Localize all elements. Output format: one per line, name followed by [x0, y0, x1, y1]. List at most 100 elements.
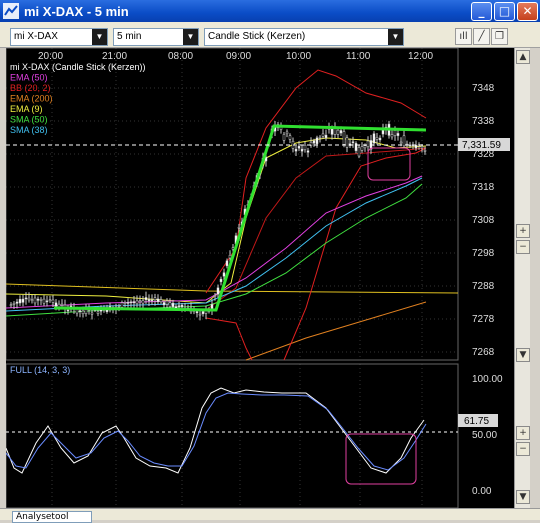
chevron-down-icon[interactable]: ▼	[183, 29, 198, 45]
candle-body	[294, 149, 298, 152]
candle-body	[159, 299, 163, 303]
candle-body	[237, 227, 241, 229]
candle-body	[96, 311, 100, 314]
candle-body	[321, 133, 325, 137]
candle-body	[144, 297, 148, 300]
minimize-button[interactable]: _	[471, 1, 492, 21]
candle-body	[423, 150, 427, 152]
candle-body	[132, 301, 136, 304]
stochastic-k-line	[5, 387, 425, 474]
oscillator-label: FULL (14, 3, 3)	[10, 365, 70, 375]
candle-body	[162, 302, 166, 306]
price-axis: 734873387328731873087298728872787268	[472, 83, 495, 358]
candle-body	[123, 302, 127, 304]
scroll-up-icon[interactable]: ▲	[516, 50, 530, 64]
candle-body	[303, 144, 307, 150]
time-tick-label: 08:00	[168, 51, 193, 62]
candle-body	[297, 145, 301, 149]
candle-body	[360, 146, 364, 151]
candle-body	[36, 298, 40, 301]
candle-body	[81, 310, 85, 314]
candle-body	[21, 298, 25, 303]
candle-body	[165, 300, 169, 305]
candle-body	[228, 255, 232, 259]
candle-body	[150, 299, 154, 302]
time-tick-label: 20:00	[38, 51, 63, 62]
title-bar: mi X-DAX - 5 min _ □ ✕	[0, 0, 540, 22]
candle-body	[177, 305, 181, 307]
time-tick-label: 09:00	[226, 51, 251, 62]
scroll-down-icon[interactable]: ▼	[516, 348, 530, 362]
candle-body	[420, 146, 424, 149]
current-price-label: 7,331.59	[462, 140, 501, 151]
chart-canvas[interactable]: 20:00 21:00 08:00 09:00 10:00 11:00 12:00 7348…	[5, 47, 514, 509]
instrument-select[interactable]: mi X-DAX ▼	[10, 28, 108, 46]
close-icon: ✕	[522, 4, 533, 18]
chevron-down-icon[interactable]: ▼	[388, 29, 403, 45]
chart-area[interactable]: 20:00 21:00 08:00 09:00 10:00 11:00 12:00 7348…	[5, 47, 514, 509]
highlight-box-oscillator[interactable]	[345, 433, 417, 485]
candle-body	[390, 134, 394, 138]
legend-entry: SMA (38)	[10, 125, 48, 135]
osc-scroll-down-icon[interactable]: ▼	[516, 490, 530, 504]
time-axis: 20:00 21:00 08:00 09:00 10:00 11:00 12:00	[38, 51, 433, 62]
interval-select[interactable]: 5 min ▼	[113, 28, 199, 46]
bar-chart-icon[interactable]: ıll	[455, 28, 472, 45]
maximize-button[interactable]: □	[494, 1, 515, 21]
candle-body	[315, 137, 319, 145]
interval-value: 5 min	[117, 31, 142, 42]
vertical-scrollbar[interactable]: ▲ + − ▼ + − ▼	[514, 48, 530, 508]
price-tick-label: 7288	[472, 281, 495, 292]
candle-body	[357, 147, 361, 157]
candle-body	[27, 297, 31, 301]
candle-body	[45, 300, 49, 303]
close-button[interactable]: ✕	[517, 1, 538, 21]
candle-body	[126, 302, 130, 304]
chevron-down-icon[interactable]: ▼	[92, 29, 107, 45]
candle-body	[324, 134, 328, 139]
candle-body	[138, 300, 142, 302]
candle-body	[60, 303, 64, 306]
candle-body	[42, 298, 46, 304]
price-tick-label: 7298	[472, 248, 495, 259]
time-tick-label: 12:00	[408, 51, 433, 62]
candle-body	[15, 301, 19, 304]
bb-upper-line	[205, 69, 427, 294]
minimize-icon: _	[478, 4, 485, 18]
time-tick-label: 21:00	[102, 51, 127, 62]
window-restore-icon[interactable]: ❐	[491, 28, 508, 45]
price-tick-label: 7268	[472, 347, 495, 358]
app-icon[interactable]	[2, 2, 20, 20]
candle-body	[120, 302, 124, 308]
zoom-out-icon[interactable]: −	[516, 240, 530, 254]
candle-body	[129, 301, 133, 304]
candle-body	[414, 145, 418, 149]
candle-body	[39, 299, 43, 301]
candle-body	[66, 309, 70, 312]
candlesticks	[9, 120, 427, 321]
candle-body	[225, 260, 229, 267]
chart-type-value: Candle Stick (Kerzen)	[208, 31, 306, 42]
legend-entry: EMA (200)	[10, 94, 53, 104]
candle-body	[378, 137, 382, 141]
candle-body	[336, 129, 340, 135]
draw-line-icon[interactable]: ╱	[473, 28, 490, 45]
zoom-in-icon[interactable]: +	[516, 224, 530, 238]
chart-type-select[interactable]: Candle Stick (Kerzen) ▼	[204, 28, 404, 46]
analysis-tool-select[interactable]: Analysetool	[12, 511, 92, 523]
candle-body	[156, 298, 160, 303]
candle-body	[84, 309, 88, 314]
candle-body	[9, 304, 13, 306]
candle-body	[48, 299, 52, 301]
candle-body	[393, 130, 397, 136]
candle-body	[195, 311, 199, 314]
candle-body	[153, 297, 157, 300]
candle-body	[396, 133, 400, 136]
candle-body	[54, 302, 58, 307]
candle-body	[33, 297, 37, 304]
candle-body	[18, 298, 22, 304]
price-tick-label: 7338	[472, 116, 495, 127]
osc-zoom-out-icon[interactable]: −	[516, 442, 530, 456]
osc-zoom-in-icon[interactable]: +	[516, 426, 530, 440]
candle-body	[171, 302, 175, 308]
